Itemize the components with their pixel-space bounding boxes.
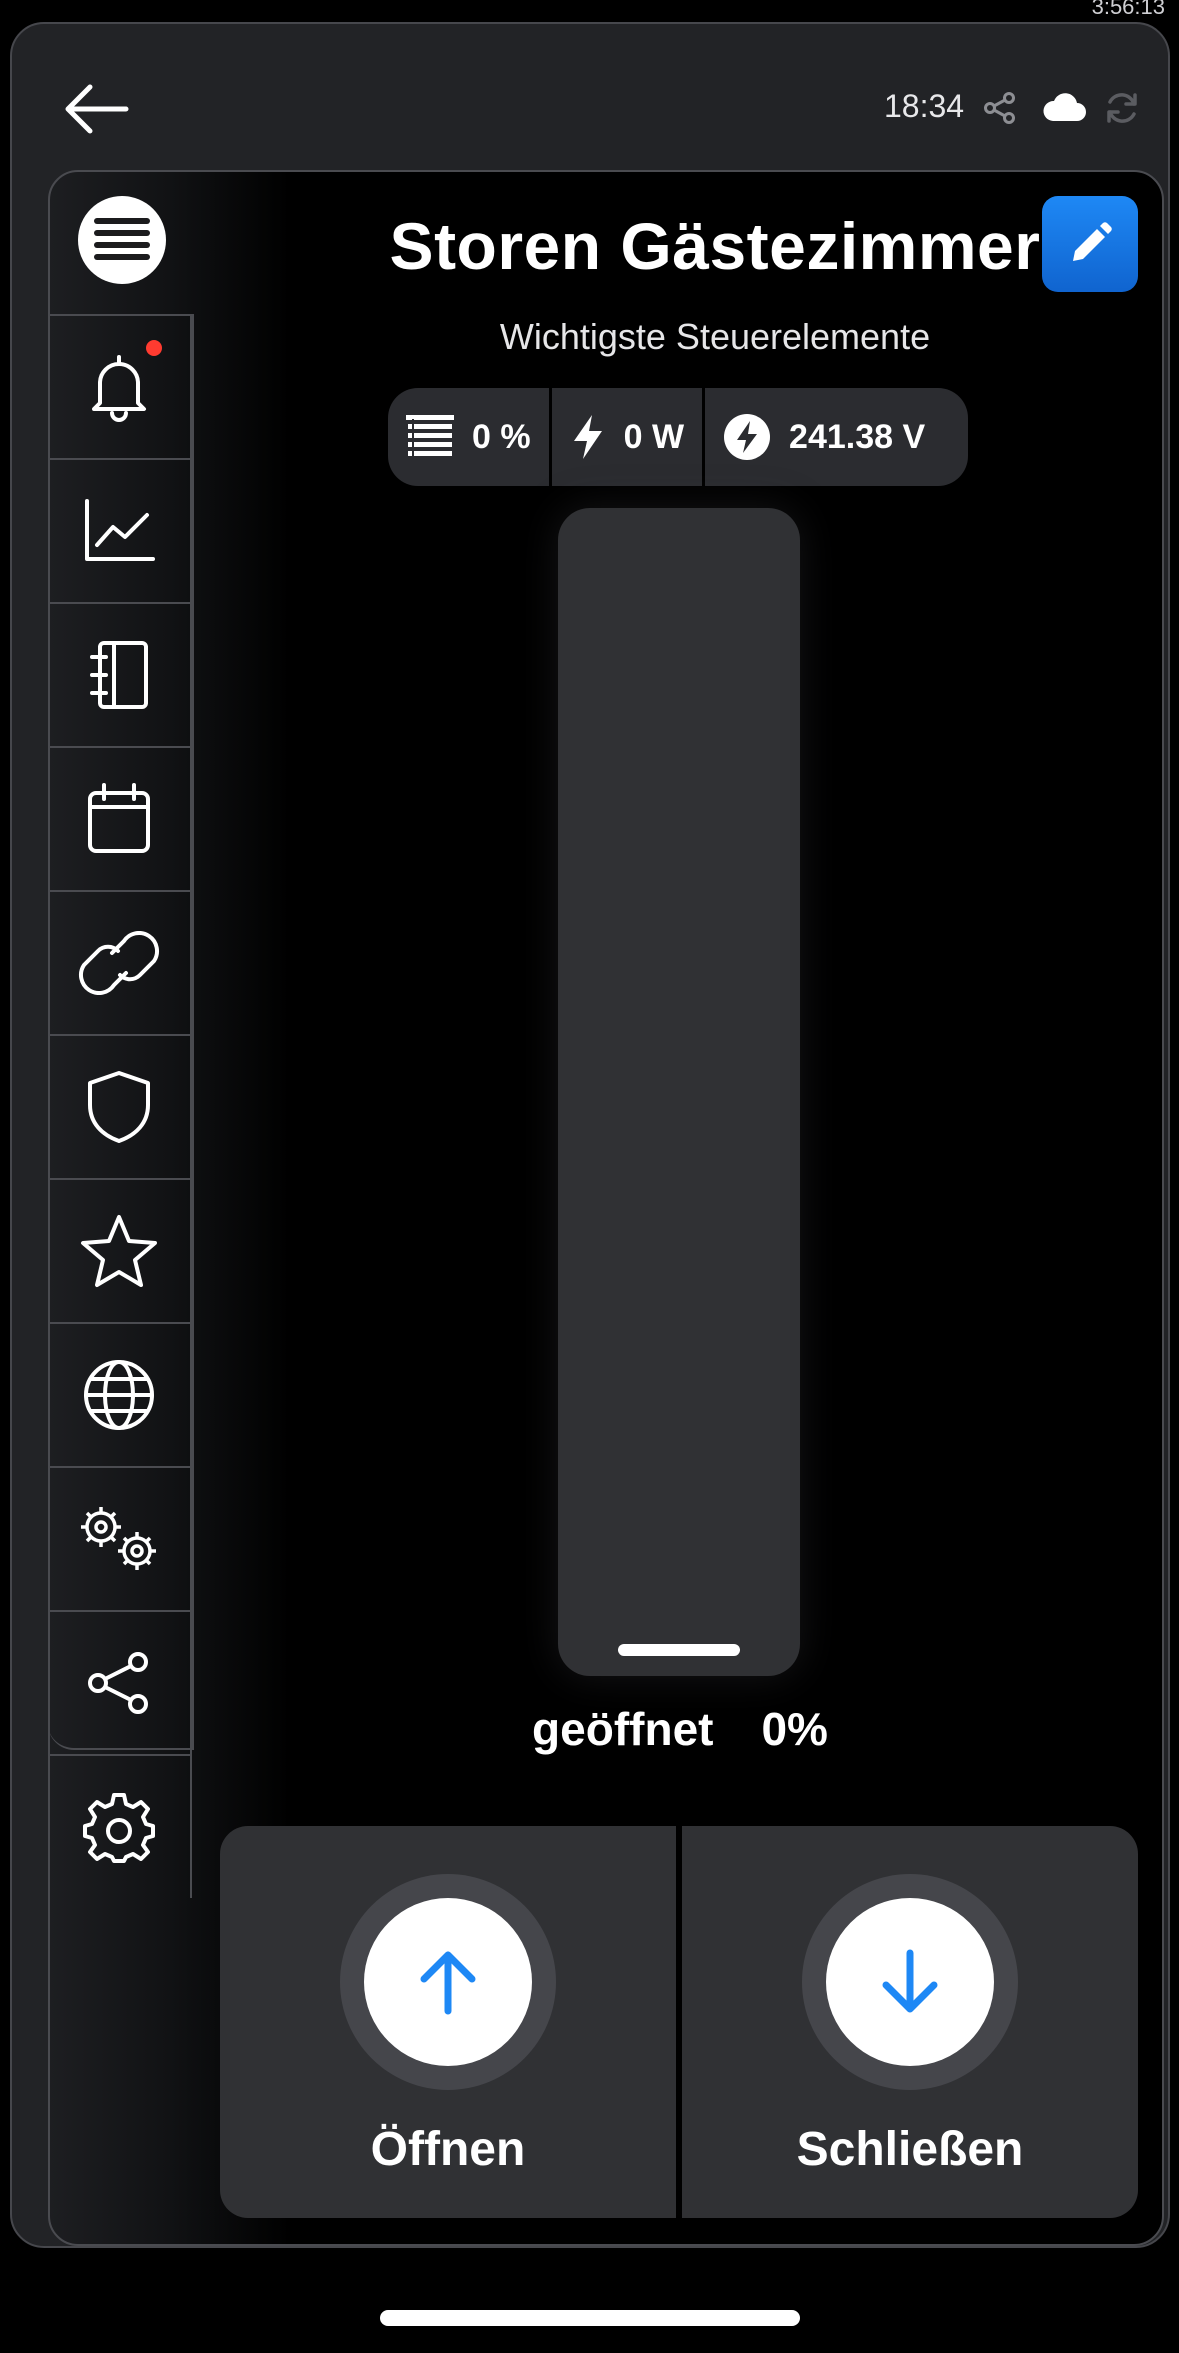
share-icon bbox=[88, 1652, 148, 1714]
close-button-circle bbox=[826, 1898, 994, 2066]
close-label: Schließen bbox=[796, 2123, 1024, 2176]
voltage-icon bbox=[724, 414, 771, 460]
menu-icon bbox=[94, 218, 150, 224]
chart-line-icon bbox=[85, 499, 155, 561]
gears-icon bbox=[81, 1507, 156, 1570]
refresh-icon bbox=[1107, 93, 1137, 123]
position-slider[interactable] bbox=[558, 508, 800, 1676]
stat-position-value: 0 % bbox=[472, 417, 531, 456]
sidebar-item-notifications[interactable] bbox=[50, 314, 192, 458]
device-panel: Storen Gästezimmer Wichtigste Steuerelem… bbox=[48, 170, 1164, 2246]
stat-power-value: 0 W bbox=[623, 417, 685, 456]
sidebar-item-favorites[interactable] bbox=[50, 1178, 192, 1322]
close-button-ring bbox=[802, 1874, 1018, 2090]
cloud-status[interactable] bbox=[1036, 86, 1092, 130]
state-label: geöffnet bbox=[532, 1703, 714, 1755]
app-window: 18:34 Storen Gästezimmer Wichtigste Steu… bbox=[10, 22, 1170, 2248]
share-button[interactable] bbox=[978, 86, 1022, 130]
arrow-down-icon bbox=[882, 1949, 938, 2013]
calendar-icon bbox=[88, 783, 150, 853]
state-value: 0% bbox=[761, 1703, 828, 1755]
sidebar-item-security[interactable] bbox=[50, 1034, 192, 1178]
sidebar bbox=[50, 314, 194, 1898]
state-row: geöffnet 0% bbox=[480, 1702, 880, 1756]
refresh-button[interactable] bbox=[1100, 86, 1144, 130]
link-icon bbox=[78, 931, 160, 995]
lightning-icon bbox=[573, 415, 602, 459]
stat-position: 0 % bbox=[388, 388, 549, 486]
sidebar-item-web[interactable] bbox=[50, 1322, 192, 1466]
stat-power: 0 W bbox=[552, 388, 702, 486]
bell-icon bbox=[92, 355, 146, 422]
blinds-icon bbox=[406, 415, 454, 457]
notebook-icon bbox=[90, 641, 148, 709]
device-title: Storen Gästezimmer bbox=[389, 209, 1041, 283]
home-indicator[interactable] bbox=[380, 2310, 800, 2326]
menu-button[interactable] bbox=[78, 196, 166, 284]
sidebar-item-calendar[interactable] bbox=[50, 746, 192, 890]
stat-voltage: 241.38 V bbox=[705, 388, 943, 486]
star-icon bbox=[81, 1215, 157, 1287]
sidebar-item-notebook[interactable] bbox=[50, 602, 192, 746]
edit-button[interactable] bbox=[1042, 196, 1138, 292]
system-clock: 3:56:13 bbox=[1091, 0, 1165, 19]
open-label: Öffnen bbox=[370, 2123, 526, 2176]
arrow-left-icon bbox=[65, 84, 129, 134]
notification-badge bbox=[146, 340, 162, 356]
stats-bar: 0 % 0 W 241.38 V bbox=[388, 388, 968, 486]
pencil-icon bbox=[1073, 222, 1112, 261]
header-time: 18:34 bbox=[884, 88, 965, 124]
close-button[interactable]: Schließen bbox=[682, 1826, 1138, 2218]
cloud-icon bbox=[1043, 93, 1086, 121]
back-button[interactable] bbox=[52, 74, 138, 144]
open-button-ring bbox=[340, 1874, 556, 2090]
open-button[interactable]: Öffnen bbox=[220, 1826, 676, 2218]
share-icon bbox=[984, 92, 1015, 124]
sidebar-item-automation[interactable] bbox=[50, 1466, 192, 1610]
shield-icon bbox=[88, 1071, 150, 1143]
sidebar-item-settings[interactable] bbox=[50, 1754, 192, 1898]
gear-icon bbox=[83, 1793, 155, 1863]
sidebar-item-charts[interactable] bbox=[50, 458, 192, 602]
device-subtitle: Wichtigste Steuerelemente bbox=[499, 316, 931, 357]
arrow-up-icon bbox=[420, 1951, 476, 2015]
slider-handle[interactable] bbox=[618, 1644, 740, 1656]
stat-voltage-value: 241.38 V bbox=[789, 417, 926, 456]
sidebar-item-links[interactable] bbox=[50, 890, 192, 1034]
sidebar-item-share[interactable] bbox=[50, 1610, 192, 1754]
open-button-circle bbox=[364, 1898, 532, 2066]
globe-icon bbox=[84, 1360, 154, 1430]
